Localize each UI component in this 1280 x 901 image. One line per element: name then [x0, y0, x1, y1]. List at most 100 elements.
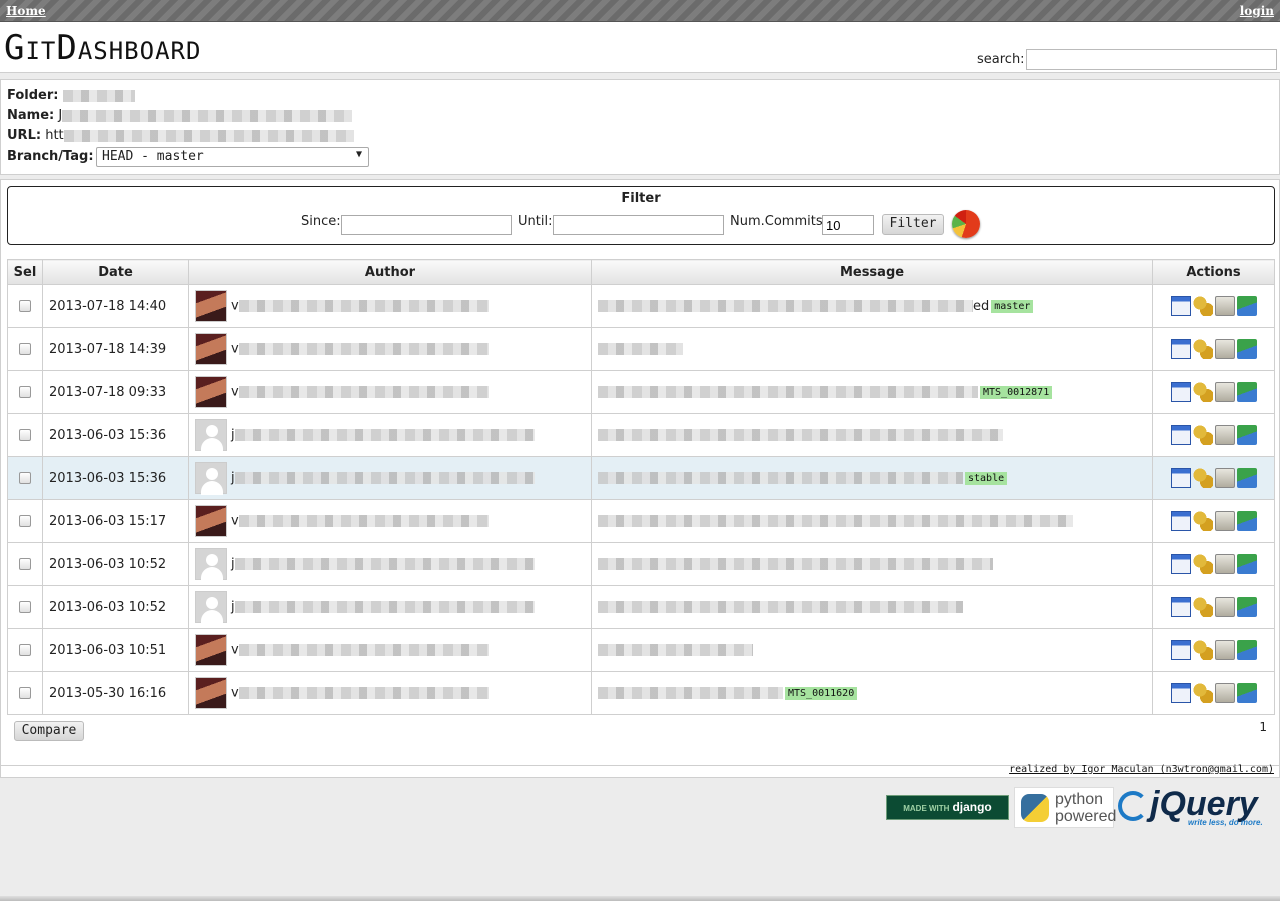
table-row[interactable]: 2013-07-18 09:33 v MTS_0012871 — [7, 370, 1275, 414]
django-badge[interactable]: MADE WITH django — [886, 795, 1009, 820]
tree-icon[interactable] — [1192, 554, 1213, 574]
message-cell[interactable] — [591, 542, 1153, 586]
commit-details-icon[interactable] — [1170, 382, 1191, 402]
commit-details-icon[interactable] — [1170, 597, 1191, 617]
commit-details-icon[interactable] — [1170, 339, 1191, 359]
search-input[interactable] — [1026, 49, 1277, 70]
author-cell: v — [188, 671, 592, 715]
until-input[interactable] — [553, 215, 724, 235]
tree-icon[interactable] — [1192, 511, 1213, 531]
commit-details-icon[interactable] — [1170, 296, 1191, 316]
message-cell[interactable]: MTS_0011620 — [591, 671, 1153, 715]
message-redacted — [598, 515, 1073, 527]
actions-cell — [1152, 499, 1275, 543]
graph-icon[interactable] — [1236, 425, 1257, 445]
tree-icon[interactable] — [1192, 683, 1213, 703]
archive-icon[interactable] — [1214, 468, 1235, 488]
ref-tag[interactable]: MTS_0011620 — [785, 686, 858, 700]
message-cell[interactable]: ed master — [591, 284, 1153, 328]
select-checkbox[interactable] — [19, 558, 31, 570]
commit-details-icon[interactable] — [1170, 511, 1191, 531]
table-row[interactable]: 2013-06-03 15:36 j — [7, 413, 1275, 457]
select-checkbox[interactable] — [19, 515, 31, 527]
ref-tag[interactable]: stable — [965, 471, 1008, 485]
select-checkbox[interactable] — [19, 386, 31, 398]
table-row[interactable]: 2013-06-03 10:52 j — [7, 542, 1275, 586]
col-date: Date — [42, 259, 189, 285]
tree-icon[interactable] — [1192, 382, 1213, 402]
branch-select[interactable]: HEAD - master ▼ — [96, 147, 369, 167]
commit-details-icon[interactable] — [1170, 554, 1191, 574]
tree-icon[interactable] — [1192, 339, 1213, 359]
commit-details-icon[interactable] — [1170, 425, 1191, 445]
commit-details-icon[interactable] — [1170, 640, 1191, 660]
message-cell[interactable] — [591, 413, 1153, 457]
url-value: htt — [45, 128, 64, 143]
compare-button[interactable]: Compare — [14, 721, 84, 741]
tree-icon[interactable] — [1192, 597, 1213, 617]
select-checkbox[interactable] — [19, 429, 31, 441]
name-row: Name: J — [7, 108, 353, 123]
message-cell[interactable] — [591, 628, 1153, 672]
author-redacted — [238, 386, 489, 398]
since-input[interactable] — [341, 215, 512, 235]
table-row[interactable]: 2013-06-03 15:36 j stable — [7, 456, 1275, 500]
num-commits-input[interactable] — [822, 215, 874, 235]
credits-link[interactable]: realized by Igor Maculan (n3wtron@gmail.… — [1009, 764, 1274, 775]
archive-icon[interactable] — [1214, 554, 1235, 574]
graph-icon[interactable] — [1236, 683, 1257, 703]
archive-icon[interactable] — [1214, 425, 1235, 445]
author-redacted — [238, 687, 489, 699]
message-cell[interactable]: MTS_0012871 — [591, 370, 1153, 414]
commit-details-icon[interactable] — [1170, 468, 1191, 488]
select-checkbox[interactable] — [19, 472, 31, 484]
home-link[interactable]: Home — [6, 4, 46, 18]
archive-icon[interactable] — [1214, 640, 1235, 660]
graph-icon[interactable] — [1236, 640, 1257, 660]
archive-icon[interactable] — [1214, 511, 1235, 531]
tree-icon[interactable] — [1192, 468, 1213, 488]
login-link[interactable]: login — [1240, 4, 1274, 18]
message-cell[interactable] — [591, 327, 1153, 371]
archive-icon[interactable] — [1214, 382, 1235, 402]
select-checkbox[interactable] — [19, 644, 31, 656]
archive-icon[interactable] — [1214, 339, 1235, 359]
avatar — [195, 462, 227, 495]
graph-icon[interactable] — [1236, 468, 1257, 488]
table-row[interactable]: 2013-06-03 15:17 v — [7, 499, 1275, 543]
table-row[interactable]: 2013-07-18 14:39 v — [7, 327, 1275, 371]
archive-icon[interactable] — [1214, 597, 1235, 617]
select-checkbox[interactable] — [19, 601, 31, 613]
message-cell[interactable] — [591, 585, 1153, 629]
graph-icon[interactable] — [1236, 339, 1257, 359]
archive-icon[interactable] — [1214, 683, 1235, 703]
graph-icon[interactable] — [1236, 511, 1257, 531]
commit-details-icon[interactable] — [1170, 683, 1191, 703]
jquery-badge[interactable]: jQuery write less, do more. — [1118, 785, 1278, 829]
tree-icon[interactable] — [1192, 296, 1213, 316]
stats-pie-icon[interactable] — [952, 210, 980, 238]
author-cell: j — [188, 585, 592, 629]
table-row[interactable]: 2013-06-03 10:52 j — [7, 585, 1275, 629]
filter-button[interactable]: Filter — [882, 214, 944, 235]
graph-icon[interactable] — [1236, 554, 1257, 574]
select-checkbox[interactable] — [19, 300, 31, 312]
tree-icon[interactable] — [1192, 640, 1213, 660]
graph-icon[interactable] — [1236, 597, 1257, 617]
page-number[interactable]: 1 — [1259, 720, 1267, 734]
graph-icon[interactable] — [1236, 382, 1257, 402]
python-badge[interactable]: python powered — [1014, 787, 1116, 828]
select-checkbox[interactable] — [19, 687, 31, 699]
tree-icon[interactable] — [1192, 425, 1213, 445]
table-row[interactable]: 2013-07-18 14:40 v ed master — [7, 284, 1275, 328]
message-cell[interactable] — [591, 499, 1153, 543]
archive-icon[interactable] — [1214, 296, 1235, 316]
table-row[interactable]: 2013-06-03 10:51 v — [7, 628, 1275, 672]
message-cell[interactable]: stable — [591, 456, 1153, 500]
date-cell: 2013-06-03 15:17 — [42, 499, 189, 543]
select-checkbox[interactable] — [19, 343, 31, 355]
ref-tag[interactable]: master — [991, 299, 1034, 313]
ref-tag[interactable]: MTS_0012871 — [980, 385, 1053, 399]
table-row[interactable]: 2013-05-30 16:16 v MTS_0011620 — [7, 671, 1275, 715]
graph-icon[interactable] — [1236, 296, 1257, 316]
